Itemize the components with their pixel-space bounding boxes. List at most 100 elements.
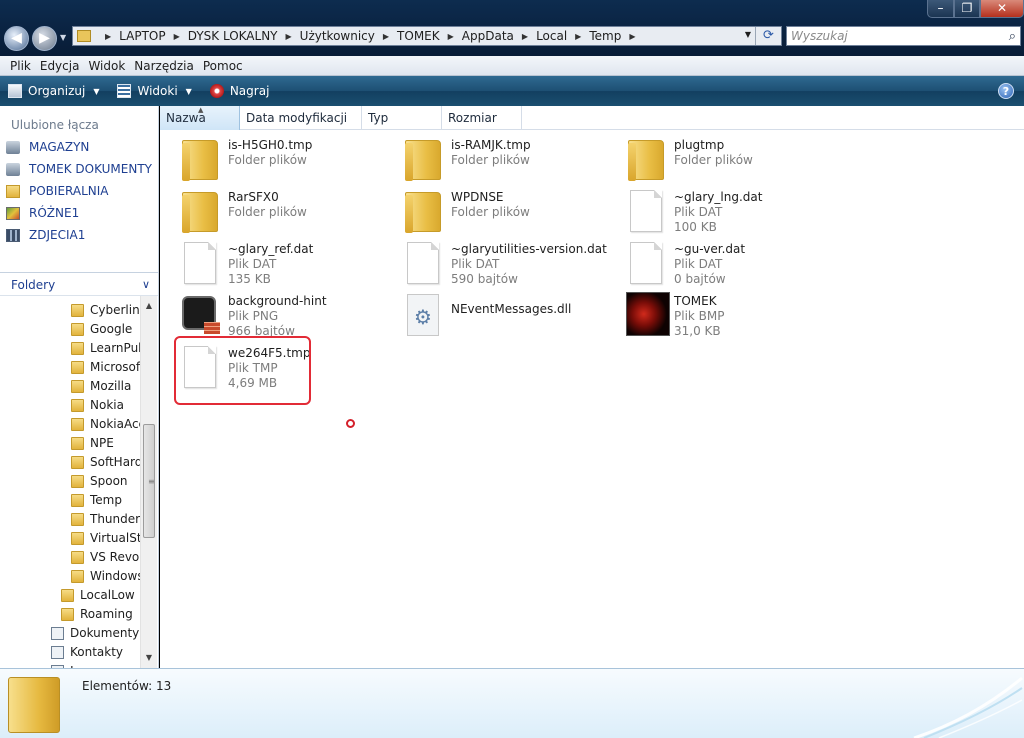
- tree-item[interactable]: Mozilla: [71, 379, 131, 393]
- menu-edit[interactable]: Edycja: [38, 59, 87, 73]
- close-button[interactable]: ✕: [980, 0, 1024, 18]
- tree-item[interactable]: Google: [71, 322, 132, 336]
- tree-item[interactable]: VS Revo G: [71, 550, 140, 564]
- folder-icon: [403, 188, 441, 233]
- favorite-rozne1[interactable]: RÓŻNE1: [6, 206, 79, 220]
- minimize-button[interactable]: –: [927, 0, 954, 18]
- favorite-zdjecia1[interactable]: ZDJECIA1: [6, 228, 85, 242]
- tree-item[interactable]: LocalLow: [61, 588, 135, 602]
- search-input[interactable]: Wyszukaj ⌕: [786, 26, 1021, 46]
- folder-icon: [71, 379, 84, 393]
- file-item[interactable]: ~glary_ref.dat Plik DAT 135 KB: [170, 238, 385, 286]
- png-image-icon: [180, 292, 220, 336]
- tree-item[interactable]: Thunderb: [71, 512, 140, 526]
- file-item[interactable]: TOMEK Plik BMP 31,0 KB: [616, 290, 831, 338]
- folder-icon: [403, 136, 441, 181]
- address-bar[interactable]: ▶ LAPTOP ▶ DYSK LOKALNY ▶ Użytkownicy ▶ TOMEK ▶ A…: [72, 26, 782, 46]
- refresh-icon[interactable]: ⟳: [755, 27, 781, 45]
- tree-item-label: Windows: [90, 569, 140, 583]
- breadcrumb-separator-icon[interactable]: ▶: [448, 32, 454, 41]
- column-size[interactable]: Rozmiar: [442, 106, 522, 130]
- tree-item[interactable]: SoftHard: [71, 455, 140, 469]
- back-button[interactable]: ◀: [4, 26, 29, 51]
- file-item[interactable]: WPDNSE Folder plików: [393, 186, 608, 234]
- column-name[interactable]: ▲ Nazwa: [160, 106, 240, 130]
- tree-item-label: NPE: [90, 436, 114, 450]
- breadcrumb-item[interactable]: Użytkownicy: [300, 29, 375, 43]
- file-item[interactable]: plugtmp Folder plików: [616, 134, 831, 182]
- folders-header[interactable]: Foldery ∨: [0, 272, 158, 296]
- breadcrumb-item[interactable]: Local: [536, 29, 567, 43]
- column-label: Rozmiar: [448, 111, 497, 125]
- tree-scrollbar[interactable]: ▲ ≡ ▼: [140, 296, 157, 668]
- tree-item[interactable]: Dokumenty: [51, 626, 139, 640]
- tree-item[interactable]: NPE: [71, 436, 114, 450]
- views-button[interactable]: Widoki ▼: [117, 84, 201, 98]
- tree-item[interactable]: Cyberlink: [71, 303, 140, 317]
- file-size: 590 bajtów: [451, 272, 518, 286]
- tree-item-label: Temp: [90, 493, 122, 507]
- selection-highlight: [174, 336, 311, 405]
- breadcrumb-separator-icon[interactable]: ▶: [105, 32, 111, 41]
- column-type[interactable]: Typ: [362, 106, 442, 130]
- tree-item[interactable]: Kontakty: [51, 645, 123, 659]
- file-item[interactable]: background-hint Plik PNG 966 bajtów: [170, 290, 385, 338]
- favorite-tomek-dokumenty[interactable]: TOMEK DOKUMENTY: [6, 162, 152, 176]
- breadcrumb-separator-icon[interactable]: ▶: [286, 32, 292, 41]
- address-dropdown-icon[interactable]: ▼: [745, 30, 751, 39]
- column-date-modified[interactable]: Data modyfikacji: [240, 106, 362, 130]
- search-placeholder: Wyszukaj: [791, 29, 848, 43]
- breadcrumb-separator-icon[interactable]: ▶: [174, 32, 180, 41]
- breadcrumb-item[interactable]: AppData: [462, 29, 514, 43]
- file-size: 100 KB: [674, 220, 717, 234]
- tree-item[interactable]: Nokia: [71, 398, 124, 412]
- breadcrumb-item[interactable]: TOMEK: [397, 29, 440, 43]
- file-item[interactable]: NEventMessages.dll: [393, 290, 608, 338]
- history-dropdown-icon[interactable]: ▼: [60, 33, 66, 42]
- forward-button[interactable]: ▶: [32, 26, 57, 51]
- tree-item[interactable]: VirtualSto: [71, 531, 140, 545]
- breadcrumb-item[interactable]: DYSK LOKALNY: [188, 29, 278, 43]
- tree-item[interactable]: Windows: [71, 569, 140, 583]
- breadcrumb-separator-icon[interactable]: ▶: [383, 32, 389, 41]
- tree-item[interactable]: Microsof: [71, 360, 140, 374]
- file-type: Plik DAT: [674, 257, 723, 271]
- tree-item-label: Google: [90, 322, 133, 336]
- file-item[interactable]: ~glaryutilities-version.dat Plik DAT 590 b…: [393, 238, 608, 286]
- column-label: Typ: [368, 111, 389, 125]
- menu-tools[interactable]: Narzędzia: [132, 59, 201, 73]
- favorite-magazyn[interactable]: MAGAZYN: [6, 140, 89, 154]
- menu-file[interactable]: Plik: [0, 59, 38, 73]
- file-item[interactable]: RarSFX0 Folder plików: [170, 186, 385, 234]
- breadcrumb-separator-icon[interactable]: ▶: [629, 32, 635, 41]
- tree-item[interactable]: Spoon: [71, 474, 128, 488]
- favorite-pobieralnia[interactable]: POBIERALNIA: [6, 184, 109, 198]
- search-icon[interactable]: ⌕: [1009, 28, 1016, 46]
- scroll-thumb[interactable]: ≡: [143, 424, 155, 538]
- organize-button[interactable]: Organizuj ▼: [8, 84, 109, 98]
- file-item[interactable]: is-H5GH0.tmp Folder plików: [170, 134, 385, 182]
- maximize-button[interactable]: ❐: [954, 0, 980, 18]
- breadcrumb-item[interactable]: Temp: [589, 29, 621, 43]
- file-item[interactable]: ~glary_lng.dat Plik DAT 100 KB: [616, 186, 831, 234]
- folder-icon: [71, 398, 84, 412]
- breadcrumb-separator-icon[interactable]: ▶: [575, 32, 581, 41]
- help-icon[interactable]: ?: [998, 83, 1014, 99]
- scroll-down-icon[interactable]: ▼: [141, 650, 157, 666]
- folder-icon: [71, 360, 84, 374]
- menu-view[interactable]: Widok: [86, 59, 132, 73]
- file-item[interactable]: ~gu-ver.dat Plik DAT 0 bajtów: [616, 238, 831, 286]
- tree-item[interactable]: Temp: [71, 493, 122, 507]
- burn-button[interactable]: Nagraj: [209, 84, 269, 98]
- dll-gear-icon: [403, 292, 439, 336]
- menu-help[interactable]: Pomoc: [201, 59, 250, 73]
- breadcrumb-item[interactable]: LAPTOP: [119, 29, 165, 43]
- tree-item[interactable]: LearnPul: [71, 341, 140, 355]
- tree-item[interactable]: Roaming: [61, 607, 133, 621]
- window-controls: – ❐ ✕: [927, 0, 1024, 18]
- file-item[interactable]: is-RAMJK.tmp Folder plików: [393, 134, 608, 182]
- click-marker: [346, 419, 355, 428]
- breadcrumb-separator-icon[interactable]: ▶: [522, 32, 528, 41]
- tree-item[interactable]: NokiaAcc: [71, 417, 140, 431]
- scroll-up-icon[interactable]: ▲: [141, 298, 157, 314]
